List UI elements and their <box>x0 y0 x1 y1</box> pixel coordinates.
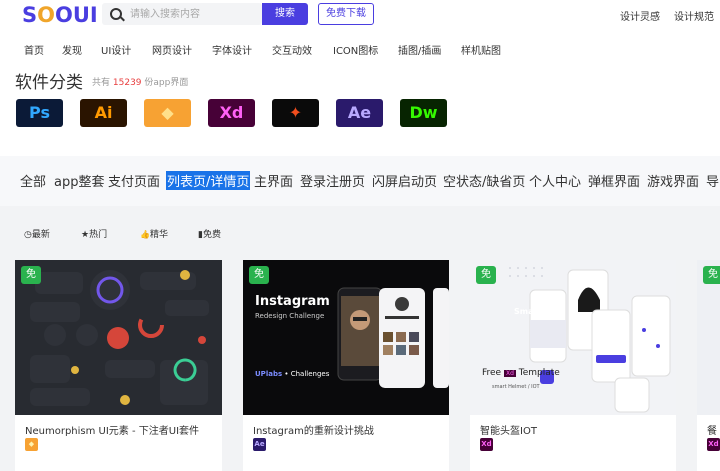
nav-item-discover[interactable]: 发现 <box>62 42 82 57</box>
filter-list-detail[interactable]: 列表页/详情页 <box>166 171 250 190</box>
dreamweaver-icon[interactable]: Dw <box>400 99 447 127</box>
filter-app-set[interactable]: app整套 <box>54 171 104 190</box>
xd-icon: Xd <box>707 438 720 451</box>
xd-icon[interactable]: Xd <box>208 99 255 127</box>
filter-payment[interactable]: 支付页面 <box>108 171 160 190</box>
photoshop-icon[interactable]: Ps <box>16 99 63 127</box>
card-smart-helmet[interactable]: 免 Smart Free Xd Template smart Helmet / … <box>470 260 676 471</box>
nav-item-font-design[interactable]: 字体设计 <box>212 42 252 57</box>
free-text: Free <box>482 368 501 378</box>
nav-item-ui-design[interactable]: UI设计 <box>101 42 131 57</box>
after-effects-icon[interactable]: Ae <box>336 99 383 127</box>
free-tag: 免 <box>476 266 496 284</box>
thumbs-up-icon: 👍 <box>140 230 150 239</box>
logo-letter-i: I <box>90 3 98 27</box>
logo-letter-o2: O <box>55 3 73 27</box>
template-text: Template <box>519 368 560 378</box>
sort-free[interactable]: ▮免费 <box>198 227 221 240</box>
filter-login[interactable]: 登录注册页 <box>300 171 365 190</box>
logo-letter-s: S <box>22 3 37 27</box>
sort-hot[interactable]: ★热门 <box>81 227 107 240</box>
xd-icon: Xd <box>480 438 493 451</box>
free-tag: 免 <box>249 266 269 284</box>
search-input[interactable] <box>130 6 260 22</box>
search-button[interactable]: 搜索 <box>262 3 308 25</box>
card-instagram-redesign[interactable]: 免 Instagram Redesign Challenge UPlabs • … <box>243 260 449 471</box>
sort-free-label: 免费 <box>203 230 221 240</box>
sort-featured-label: 精华 <box>150 230 168 240</box>
star-icon: ★ <box>81 230 89 240</box>
logo-letter-u: U <box>73 3 90 27</box>
sketch-icon[interactable]: ◆ <box>144 99 191 127</box>
link-design-spec[interactable]: 设计规范 <box>674 8 714 23</box>
filter-splash[interactable]: 闪屏启动页 <box>372 171 437 190</box>
image-subtitle: Redesign Challenge <box>255 312 324 320</box>
smart-label: Smart <box>514 307 541 316</box>
link-design-inspiration[interactable]: 设计灵感 <box>620 8 660 23</box>
card-title[interactable]: Instagram的重新设计挑战 <box>253 422 374 437</box>
image-subtitle: smart Helmet / IOT <box>492 384 540 390</box>
smart-helmet-preview-image <box>470 260 676 415</box>
category-title: 软件分类 <box>15 68 83 93</box>
challenges-label: Challenges <box>291 370 330 378</box>
free-tag: 免 <box>703 266 720 284</box>
sort-featured[interactable]: 👍精华 <box>140 227 168 240</box>
filter-dialog[interactable]: 弹框界面 <box>588 171 640 190</box>
sort-latest-label: 最新 <box>32 230 50 240</box>
software-category-section: 软件分类 共有 15239 份app界面 Ps Ai ◆ Xd ✦ Ae Dw <box>0 64 720 156</box>
nav-item-icon[interactable]: ICON图标 <box>333 42 378 57</box>
after-effects-icon: Ae <box>253 438 266 451</box>
sketch-icon: ◆ <box>25 438 38 451</box>
filter-empty-state[interactable]: 空状态/缺省页 <box>443 171 525 190</box>
search-box <box>102 3 262 25</box>
free-tag: 免 <box>21 266 41 284</box>
nav-item-mockup[interactable]: 样机贴图 <box>461 42 501 57</box>
figma-icon[interactable]: ✦ <box>272 99 319 127</box>
search-icon <box>110 8 122 20</box>
instagram-preview-image <box>243 260 449 415</box>
image-brand: UPlabs • Challenges <box>255 370 329 378</box>
page-type-filter: 全部 app整套 支付页面 列表页/详情页 主界面 登录注册页 闪屏启动页 空状… <box>0 156 720 206</box>
image-title: Instagram <box>255 294 330 309</box>
card-thumbnail[interactable]: 免 <box>697 260 720 415</box>
clock-icon: ◷ <box>24 230 32 240</box>
site-logo[interactable]: SOOUI <box>22 3 98 27</box>
card-title[interactable]: 餐 <box>707 422 717 437</box>
top-header: SOOUI 搜索 免费下载 设计灵感 设计规范 首页 发现 UI设计 网页设计 … <box>0 0 720 64</box>
card-title[interactable]: 智能头盔IOT <box>480 422 537 437</box>
card-neumorphism[interactable]: 免 Neumorphism UI元素 - 下注者UI套件 ◆ <box>15 260 222 471</box>
free-download-button[interactable]: 免费下载 <box>318 3 374 25</box>
nav-item-interaction[interactable]: 交互动效 <box>272 42 312 57</box>
filter-main[interactable]: 主界面 <box>254 171 293 190</box>
card-partial[interactable]: 免 餐 Xd <box>697 260 720 471</box>
logo-letter-o1: O <box>37 3 55 27</box>
count-prefix: 共有 <box>92 78 110 88</box>
card-thumbnail[interactable]: 免 Instagram Redesign Challenge UPlabs • … <box>243 260 449 415</box>
sort-latest[interactable]: ◷最新 <box>24 227 50 240</box>
xd-mini-icon: Xd <box>504 370 516 377</box>
filter-more[interactable]: 导 <box>706 171 719 190</box>
card-thumbnail[interactable]: 免 <box>15 260 222 415</box>
sort-bar: ◷最新 ★热门 👍精华 ▮免费 <box>0 206 720 258</box>
filter-all[interactable]: 全部 <box>20 171 46 190</box>
category-count: 共有 15239 份app界面 <box>92 75 188 88</box>
card-thumbnail[interactable]: 免 Smart Free Xd Template smart Helmet / … <box>470 260 676 415</box>
nav-item-web-design[interactable]: 网页设计 <box>152 42 192 57</box>
count-number: 15239 <box>113 78 142 88</box>
image-title: Free Xd Template <box>482 368 560 378</box>
count-suffix: 份app界面 <box>144 78 188 88</box>
uplabs-logo: UPlabs <box>255 370 282 378</box>
nav-item-home[interactable]: 首页 <box>24 42 44 57</box>
neumorphism-preview-image <box>15 260 222 415</box>
nav-item-illustration[interactable]: 插图/插画 <box>398 42 441 57</box>
card-title[interactable]: Neumorphism UI元素 - 下注者UI套件 <box>25 422 199 437</box>
illustrator-icon[interactable]: Ai <box>80 99 127 127</box>
filter-game[interactable]: 游戏界面 <box>647 171 699 190</box>
sort-hot-label: 热门 <box>89 230 107 240</box>
filter-profile[interactable]: 个人中心 <box>529 171 581 190</box>
